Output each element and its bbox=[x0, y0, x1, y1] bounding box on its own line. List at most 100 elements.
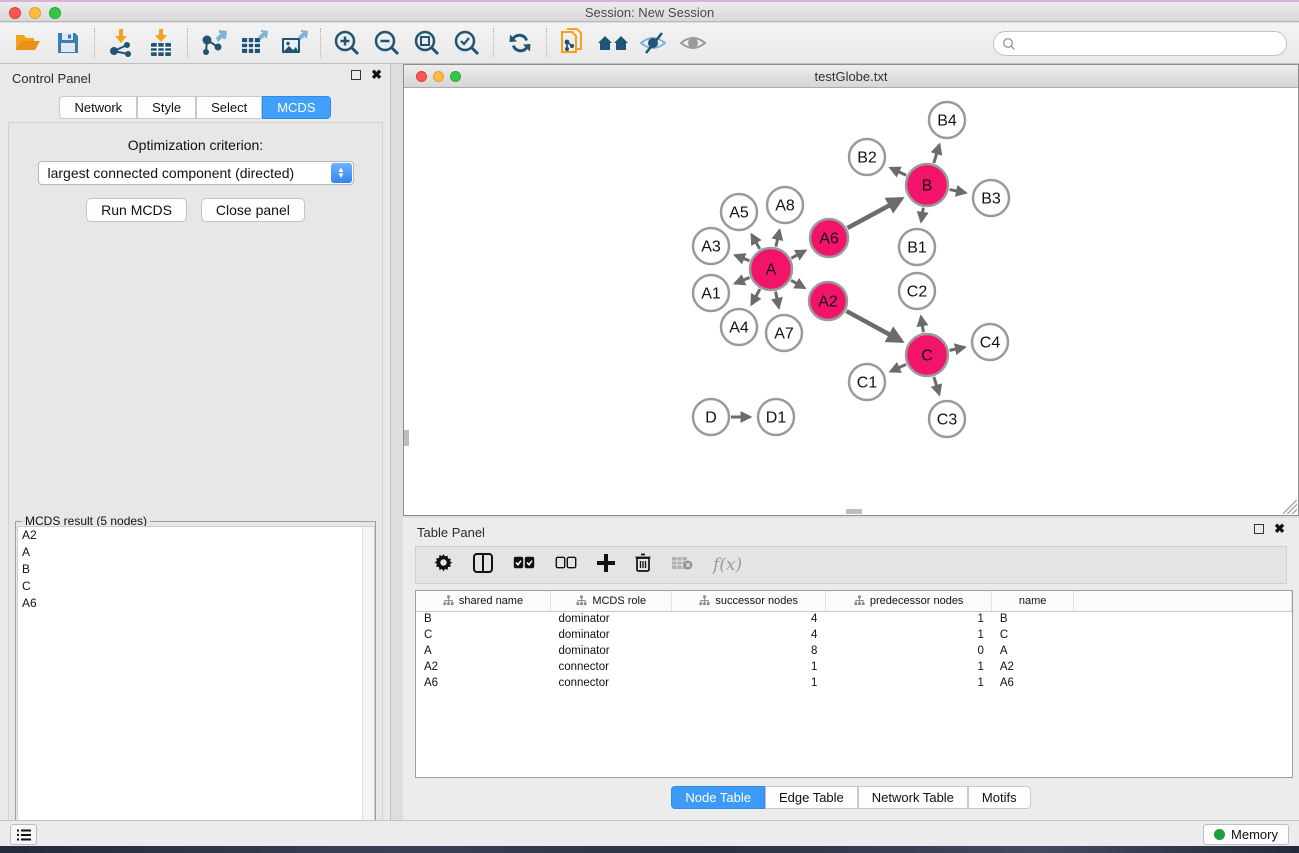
run-mcds-button[interactable]: Run MCDS bbox=[86, 198, 187, 222]
edge-A-A4[interactable] bbox=[752, 289, 760, 304]
table-row[interactable]: A2connector11A2 bbox=[416, 659, 1292, 675]
select-all-icon[interactable] bbox=[513, 556, 535, 574]
close-panel-button[interactable]: Close panel bbox=[201, 198, 305, 222]
table-row[interactable]: Bdominator41B bbox=[416, 611, 1292, 627]
memory-button[interactable]: Memory bbox=[1203, 824, 1289, 845]
mcds-result-item[interactable]: C bbox=[18, 578, 374, 595]
home-icon[interactable] bbox=[593, 26, 633, 60]
edge-C-C3[interactable] bbox=[934, 377, 939, 394]
open-folder-icon[interactable] bbox=[8, 26, 48, 60]
import-network-icon[interactable] bbox=[101, 26, 141, 60]
table-row[interactable]: Cdominator41C bbox=[416, 627, 1292, 643]
tab-style[interactable]: Style bbox=[137, 96, 196, 119]
edge-A-A6[interactable] bbox=[791, 251, 805, 258]
mcds-result-item[interactable]: A6 bbox=[18, 595, 374, 612]
show-all-eye-icon[interactable] bbox=[673, 26, 713, 60]
column-header-successor-nodes[interactable]: successor nodes bbox=[672, 591, 825, 611]
tab-network-table[interactable]: Network Table bbox=[858, 786, 968, 809]
cell-shared-name[interactable]: A2 bbox=[416, 659, 550, 675]
cell-shared-name[interactable]: A bbox=[416, 643, 550, 659]
close-panel-icon[interactable]: ✖ bbox=[371, 70, 382, 80]
horizontal-scrollbar-thumb[interactable] bbox=[846, 509, 862, 514]
edge-B-B1[interactable] bbox=[921, 208, 923, 222]
edge-C-C2[interactable] bbox=[921, 317, 923, 333]
edge-A-A7[interactable] bbox=[776, 292, 779, 308]
node-table-container[interactable]: shared nameMCDS rolesuccessor nodesprede… bbox=[415, 590, 1293, 778]
import-table-icon[interactable] bbox=[141, 26, 181, 60]
cell-MCDS-role[interactable]: connector bbox=[550, 675, 672, 691]
edge-A-A3[interactable] bbox=[735, 255, 749, 260]
tab-motifs[interactable]: Motifs bbox=[968, 786, 1031, 809]
edge-A-A8[interactable] bbox=[776, 230, 780, 246]
zoom-fit-icon[interactable] bbox=[407, 26, 447, 60]
tab-network[interactable]: Network bbox=[59, 96, 137, 119]
vertical-scrollbar-thumb[interactable] bbox=[404, 430, 409, 446]
edge-B-B4[interactable] bbox=[934, 145, 940, 163]
cell-shared-name[interactable]: C bbox=[416, 627, 550, 643]
add-column-icon[interactable] bbox=[597, 554, 615, 577]
cell-predecessor-nodes[interactable]: 0 bbox=[825, 643, 991, 659]
cell-MCDS-role[interactable]: dominator bbox=[550, 643, 672, 659]
edge-A-A2[interactable] bbox=[791, 280, 804, 288]
edge-A-A5[interactable] bbox=[752, 235, 760, 249]
table-row[interactable]: A6connector11A6 bbox=[416, 675, 1292, 691]
cell-successor-nodes[interactable]: 8 bbox=[672, 643, 825, 659]
node-table[interactable]: shared nameMCDS rolesuccessor nodesprede… bbox=[416, 591, 1292, 691]
zoom-out-icon[interactable] bbox=[367, 26, 407, 60]
tab-mcds[interactable]: MCDS bbox=[262, 96, 330, 119]
cell-predecessor-nodes[interactable]: 1 bbox=[825, 611, 991, 627]
criterion-dropdown[interactable]: largest connected component (directed) ▲… bbox=[38, 161, 354, 185]
mcds-result-item[interactable]: A2 bbox=[18, 527, 374, 544]
export-table-icon[interactable] bbox=[234, 26, 274, 60]
edge-B-B2[interactable] bbox=[891, 168, 907, 175]
cell-successor-nodes[interactable]: 1 bbox=[672, 659, 825, 675]
cell-MCDS-role[interactable]: dominator bbox=[550, 627, 672, 643]
network-canvas[interactable]: B4B2BB3A5A8A6B1A3AA1C2A2A4A7C4CC1C3DD1 bbox=[404, 88, 1298, 515]
show-columns-icon[interactable] bbox=[473, 553, 493, 578]
cell-successor-nodes[interactable]: 4 bbox=[672, 611, 825, 627]
network-window-titlebar[interactable]: testGlobe.txt bbox=[404, 65, 1298, 88]
cell-MCDS-role[interactable]: connector bbox=[550, 659, 672, 675]
cell-successor-nodes[interactable]: 1 bbox=[672, 675, 825, 691]
cell-predecessor-nodes[interactable]: 1 bbox=[825, 627, 991, 643]
edge-C-C4[interactable] bbox=[950, 347, 965, 350]
hide-selected-eye-icon[interactable] bbox=[633, 26, 673, 60]
float-table-panel-icon[interactable] bbox=[1254, 524, 1264, 534]
save-icon[interactable] bbox=[48, 26, 88, 60]
tab-node-table[interactable]: Node Table bbox=[671, 786, 765, 809]
column-header-name[interactable]: name bbox=[992, 591, 1074, 611]
zoom-in-icon[interactable] bbox=[327, 26, 367, 60]
cell-MCDS-role[interactable]: dominator bbox=[550, 611, 672, 627]
edge-A-A1[interactable] bbox=[735, 278, 750, 284]
float-panel-icon[interactable] bbox=[351, 70, 361, 80]
mcds-result-item[interactable]: A bbox=[18, 544, 374, 561]
network-graph[interactable]: B4B2BB3A5A8A6B1A3AA1C2A2A4A7C4CC1C3DD1 bbox=[404, 88, 1298, 515]
column-header-predecessor-nodes[interactable]: predecessor nodes bbox=[825, 591, 991, 611]
mcds-result-list[interactable]: A2ABCA6 bbox=[17, 526, 375, 853]
search-input[interactable] bbox=[1016, 36, 1286, 51]
result-scrollbar[interactable] bbox=[362, 527, 374, 853]
deselect-all-icon[interactable] bbox=[555, 556, 577, 574]
edge-A2-C[interactable] bbox=[846, 311, 901, 341]
network-from-file-icon[interactable] bbox=[553, 26, 593, 60]
export-network-icon[interactable] bbox=[194, 26, 234, 60]
cell-name[interactable]: B bbox=[992, 611, 1074, 627]
delete-column-trash-icon[interactable] bbox=[635, 553, 651, 577]
close-table-panel-icon[interactable]: ✖ bbox=[1274, 524, 1285, 534]
cell-name[interactable]: C bbox=[992, 627, 1074, 643]
export-image-icon[interactable] bbox=[274, 26, 314, 60]
edge-B-B3[interactable] bbox=[950, 190, 966, 193]
cell-name[interactable]: A bbox=[992, 643, 1074, 659]
cell-predecessor-nodes[interactable]: 1 bbox=[825, 675, 991, 691]
tab-edge-table[interactable]: Edge Table bbox=[765, 786, 858, 809]
cell-successor-nodes[interactable]: 4 bbox=[672, 627, 825, 643]
tab-select[interactable]: Select bbox=[196, 96, 262, 119]
cell-shared-name[interactable]: B bbox=[416, 611, 550, 627]
table-settings-gear-icon[interactable] bbox=[434, 553, 453, 577]
refresh-icon[interactable] bbox=[500, 26, 540, 60]
column-header-MCDS-role[interactable]: MCDS role bbox=[550, 591, 672, 611]
toolbar-search-field[interactable] bbox=[993, 31, 1287, 56]
cell-predecessor-nodes[interactable]: 1 bbox=[825, 659, 991, 675]
cell-name[interactable]: A2 bbox=[992, 659, 1074, 675]
table-row[interactable]: Adominator80A bbox=[416, 643, 1292, 659]
